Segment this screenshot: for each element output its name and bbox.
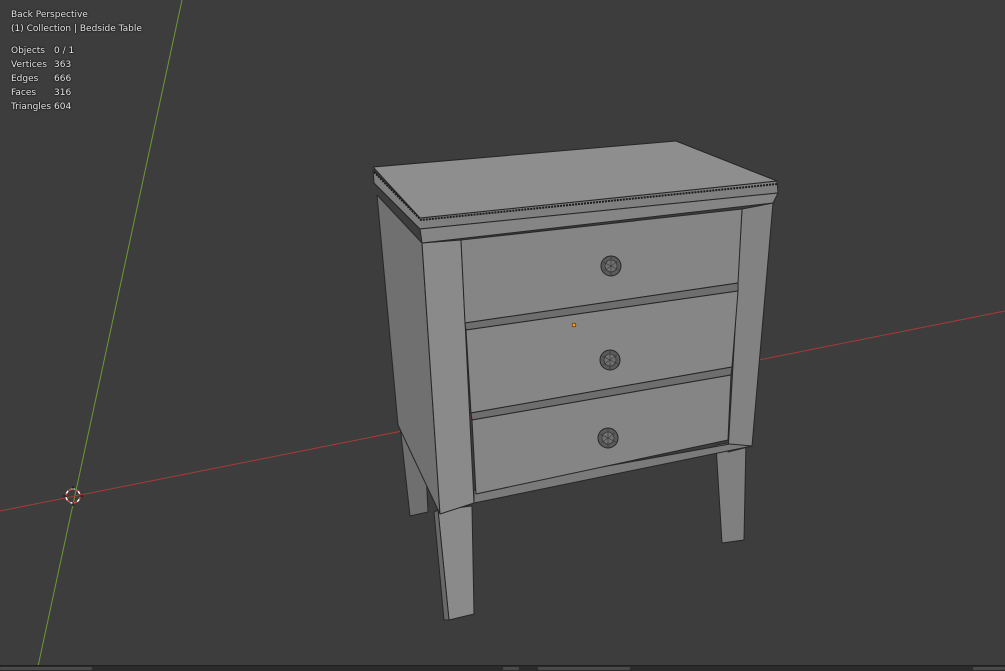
stat-value: 363 (54, 60, 72, 70)
status-bar-widget[interactable] (538, 667, 630, 670)
stat-row: Triangles 604 (11, 100, 74, 114)
viewport-text-overlay: Back Perspective (1) Collection | Bedsid… (11, 8, 142, 114)
stat-value: 604 (54, 102, 72, 112)
stat-label: Faces (11, 88, 37, 98)
status-bar-widget[interactable] (503, 667, 519, 670)
stat-value: 666 (54, 74, 72, 84)
scene-canvas[interactable] (0, 0, 1005, 671)
status-bar-edge (0, 665, 1005, 671)
stat-label: Vertices (11, 60, 47, 70)
stat-row: Faces 316 (11, 86, 74, 100)
stat-label: Triangles (11, 102, 52, 112)
status-bar-widget[interactable] (0, 667, 92, 670)
stat-value: 316 (54, 88, 72, 98)
stat-row: Vertices 363 (11, 58, 74, 72)
object-origin-icon (571, 322, 577, 328)
stat-label: Objects (11, 46, 46, 56)
status-bar-widget[interactable] (973, 667, 1005, 670)
drawer-knob-top (600, 255, 622, 277)
drawer-knob-middle (599, 349, 621, 371)
view-name: Back Perspective (11, 10, 88, 20)
stat-row: Objects 0 / 1 (11, 44, 74, 58)
stat-label: Edges (11, 74, 39, 84)
3d-viewport[interactable]: Back Perspective (1) Collection | Bedsid… (0, 0, 1005, 671)
stat-row: Edges 666 (11, 72, 74, 86)
stat-value: 0 / 1 (54, 46, 75, 56)
scene-statistics: Objects 0 / 1 Vertices 363 Edges 666 Fac… (11, 44, 74, 114)
bedside-table-model[interactable] (372, 140, 779, 621)
collection-line: (1) Collection | Bedside Table (11, 24, 142, 34)
drawer-knob-bottom (597, 427, 619, 449)
table-leg-back-right (715, 439, 747, 544)
